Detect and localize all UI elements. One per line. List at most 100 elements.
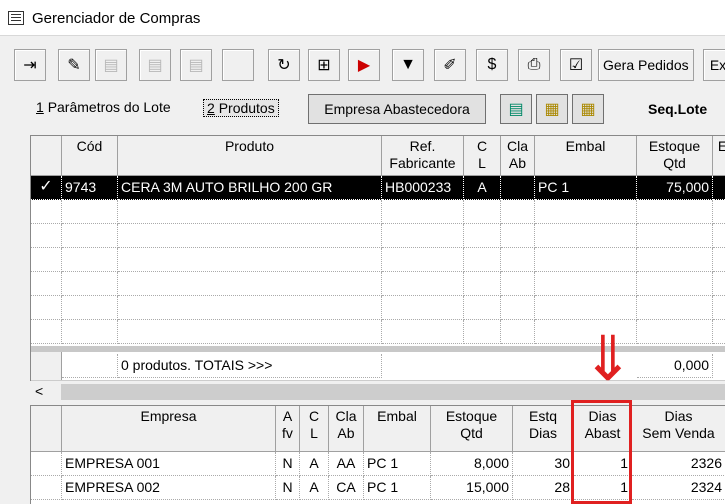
cell-ref[interactable]: HB000233 [382, 176, 464, 200]
col-dias-sem-venda[interactable]: Dias Sem Venda [632, 406, 725, 452]
empty-cell[interactable] [382, 272, 464, 296]
empty-cell[interactable] [501, 272, 535, 296]
exit-icon[interactable]: ⇥ [14, 49, 46, 81]
expand-icon[interactable]: ▦ [536, 94, 568, 124]
cell-afv[interactable]: N [276, 452, 300, 476]
row-indicator[interactable] [31, 200, 62, 224]
empty-cell[interactable] [62, 272, 118, 296]
empty-cell[interactable] [118, 320, 382, 344]
cell-cod[interactable]: 9743 [62, 176, 118, 200]
empty-cell[interactable] [62, 320, 118, 344]
cell-empresa[interactable]: EMPRESA 002 [62, 476, 276, 500]
filter-icon[interactable]: ▼ [392, 49, 424, 81]
ex-button[interactable]: Ex [703, 49, 725, 81]
refresh-icon[interactable]: ↻ [268, 49, 300, 81]
col-empresa[interactable]: Empresa [62, 406, 276, 452]
empty-cell[interactable] [464, 248, 501, 272]
empty-cell[interactable] [464, 320, 501, 344]
empty-cell[interactable] [464, 272, 501, 296]
empty-cell[interactable] [118, 272, 382, 296]
empty-cell[interactable] [501, 248, 535, 272]
collapse-icon[interactable]: ▦ [572, 94, 604, 124]
cell-claab[interactable]: AA [329, 452, 364, 476]
row-indicator[interactable] [31, 320, 62, 344]
scroll-left-icon[interactable]: < [35, 383, 43, 399]
empty-cell[interactable] [382, 296, 464, 320]
add-icon[interactable]: ⊞ [308, 49, 340, 81]
cell-claab[interactable] [501, 176, 535, 200]
empty-cell[interactable] [637, 200, 713, 224]
empty-cell[interactable] [713, 248, 725, 272]
row-indicator[interactable] [31, 272, 62, 296]
col-cl[interactable]: C L [300, 406, 329, 452]
empty-cell[interactable] [118, 296, 382, 320]
col-estoque[interactable]: Estoque Qtd [431, 406, 513, 452]
cell-estoque[interactable]: 8,000 [431, 452, 513, 476]
empty-cell[interactable] [713, 320, 725, 344]
col-embal[interactable]: Embal [535, 136, 637, 176]
empty-cell[interactable] [62, 200, 118, 224]
empty-cell[interactable] [464, 296, 501, 320]
empty-cell[interactable] [382, 200, 464, 224]
empty-cell[interactable] [464, 224, 501, 248]
row-indicator[interactable] [31, 248, 62, 272]
empty-cell[interactable] [382, 224, 464, 248]
empty-cell[interactable] [535, 200, 637, 224]
col-estq-dias[interactable]: Estq Dias [513, 406, 574, 452]
cell-cl[interactable]: A [464, 176, 501, 200]
cell-cl[interactable]: A [300, 452, 329, 476]
col-afv[interactable]: A fv [276, 406, 300, 452]
empty-cell[interactable] [713, 296, 725, 320]
cell-sem-venda[interactable]: 2326 [632, 452, 725, 476]
cell-estq-dias[interactable]: 30 [513, 452, 574, 476]
check-icon[interactable]: ☑ [560, 49, 592, 81]
empty-cell[interactable] [713, 272, 725, 296]
col-produto[interactable]: Produto [118, 136, 382, 176]
empty-cell[interactable] [62, 224, 118, 248]
cell-sem-venda[interactable]: 2324 [632, 476, 725, 500]
cell-estoque[interactable]: 75,000 [637, 176, 713, 200]
empty-cell[interactable] [501, 320, 535, 344]
empty-cell[interactable] [118, 248, 382, 272]
empty-cell[interactable] [637, 224, 713, 248]
remove-icon[interactable]: ▶ [348, 49, 380, 81]
row-indicator[interactable] [31, 476, 62, 500]
empty-cell[interactable] [637, 320, 713, 344]
empty-cell[interactable] [713, 200, 725, 224]
price-icon[interactable]: $ [476, 49, 508, 81]
col-claab[interactable]: Cla Ab [501, 136, 535, 176]
cell-embal[interactable]: PC 1 [535, 176, 637, 200]
empty-cell[interactable] [713, 224, 725, 248]
empty-cell[interactable] [62, 248, 118, 272]
empty-cell[interactable] [535, 272, 637, 296]
col-cod[interactable]: Cód [62, 136, 118, 176]
row-indicator[interactable] [31, 224, 62, 248]
col-estoque[interactable]: Estoque Qtd [637, 136, 713, 176]
tab-produtos[interactable]: 2 Produtos [203, 99, 279, 117]
empty-cell[interactable] [501, 224, 535, 248]
empty-cell[interactable] [464, 200, 501, 224]
empty-cell[interactable] [535, 248, 637, 272]
gera-pedidos-button[interactable]: Gera Pedidos [598, 49, 694, 81]
cell-e[interactable] [713, 176, 725, 200]
row-indicator[interactable] [31, 296, 62, 320]
cell-estq-dias[interactable]: 28 [513, 476, 574, 500]
tab-parametros[interactable]: 1 Parâmetros do Lote [36, 99, 171, 115]
grid-view-icon[interactable]: ▤ [500, 94, 532, 124]
empty-cell[interactable] [535, 224, 637, 248]
empty-cell[interactable] [62, 296, 118, 320]
empty-cell[interactable] [501, 296, 535, 320]
cell-produto[interactable]: CERA 3M AUTO BRILHO 200 GR [118, 176, 382, 200]
edit-icon[interactable]: ✐ [434, 49, 466, 81]
empresa-abastecedora-button[interactable]: Empresa Abastecedora [308, 94, 486, 124]
cell-embal[interactable]: PC 1 [364, 452, 431, 476]
eraser-icon[interactable]: ✎ [58, 49, 90, 81]
col-claab[interactable]: Cla Ab [329, 406, 364, 452]
print-icon[interactable]: ⎙ [518, 49, 550, 81]
cell-claab[interactable]: CA [329, 476, 364, 500]
cell-empresa[interactable]: EMPRESA 001 [62, 452, 276, 476]
empty-cell[interactable] [118, 224, 382, 248]
empty-cell[interactable] [637, 272, 713, 296]
empty-cell[interactable] [382, 248, 464, 272]
row-indicator[interactable] [31, 452, 62, 476]
